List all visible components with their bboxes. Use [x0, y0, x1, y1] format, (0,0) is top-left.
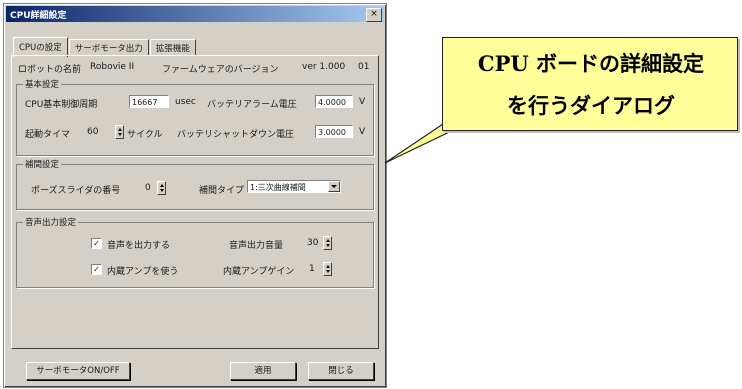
- annotation-callout: CPU ボードの詳細設定 を行うダイアログ: [442, 37, 738, 131]
- callout-line-1: CPU ボードの詳細設定: [477, 51, 705, 76]
- callout-line-2: を行うダイアログ: [507, 93, 675, 118]
